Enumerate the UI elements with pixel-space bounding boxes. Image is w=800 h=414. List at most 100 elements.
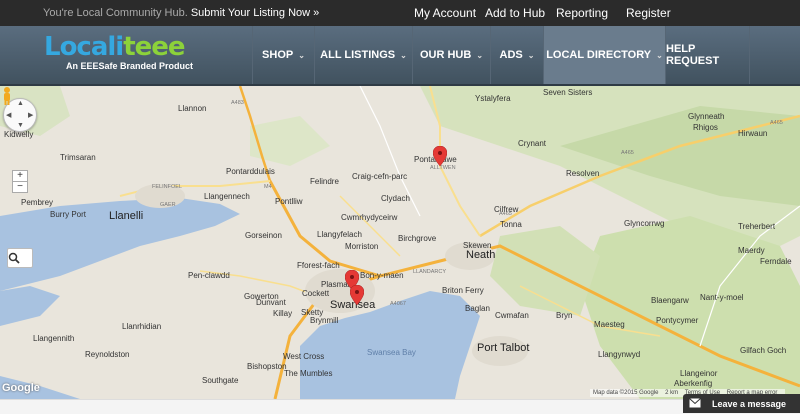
reporting-link[interactable]: Reporting bbox=[556, 6, 608, 20]
place-label: Bishopston bbox=[247, 362, 287, 371]
place-label: Maerdy bbox=[738, 246, 765, 255]
logo[interactable]: Localiteee An EEESafe Branded Product bbox=[44, 33, 193, 71]
zoom-out-button[interactable]: − bbox=[12, 181, 28, 193]
place-label: Pontlliw bbox=[275, 197, 303, 206]
place-label: Llanelli bbox=[109, 210, 144, 222]
nav-our-hub[interactable]: OUR HUB ⌄ bbox=[412, 26, 490, 84]
place-label: Llanrhidian bbox=[122, 322, 162, 331]
place-label: Birchgrove bbox=[398, 234, 437, 243]
place-label: Llannon bbox=[178, 104, 207, 113]
place-label: Bon-y-maen bbox=[360, 271, 404, 280]
logo-subtitle: An EEESafe Branded Product bbox=[66, 61, 194, 71]
place-label: Gorseinon bbox=[245, 231, 282, 240]
place-label: Resolven bbox=[566, 169, 600, 178]
place-label: Glynneath bbox=[688, 112, 725, 121]
place-label: Pontycymer bbox=[656, 316, 699, 325]
place-label: Southgate bbox=[202, 376, 239, 385]
place-label: Craig-cefn-parc bbox=[352, 172, 408, 181]
nav-help-request[interactable]: HELP REQUEST bbox=[665, 26, 750, 84]
place-label: Trimsaran bbox=[60, 153, 96, 162]
road-label: A465 bbox=[621, 150, 634, 156]
add-to-hub-link[interactable]: Add to Hub bbox=[485, 6, 545, 20]
chevron-down-icon: ⌄ bbox=[298, 50, 305, 60]
submit-listing-link[interactable]: Submit Your Listing Now » bbox=[191, 7, 319, 19]
map-scale: 2 km bbox=[665, 390, 679, 396]
place-label: Port Talbot bbox=[477, 342, 530, 354]
place-label: Llangennith bbox=[33, 334, 75, 343]
google-logo[interactable]: Google bbox=[2, 382, 40, 394]
nav-local-directory[interactable]: LOCAL DIRECTORY ⌄ bbox=[543, 26, 665, 84]
place-label: Pontarddulais bbox=[226, 167, 275, 176]
place-label: Clydach bbox=[381, 194, 410, 203]
leave-message-label: Leave a message bbox=[712, 399, 787, 409]
place-label: Killay bbox=[273, 309, 293, 318]
magnifier-icon[interactable] bbox=[7, 248, 33, 268]
nav-all-listings[interactable]: ALL LISTINGS ⌄ bbox=[314, 26, 412, 84]
map-marker-icon[interactable] bbox=[350, 285, 364, 305]
page-bottom-strip bbox=[0, 399, 800, 414]
chevron-down-icon: ⌄ bbox=[527, 50, 535, 60]
pegman-icon[interactable] bbox=[0, 86, 14, 106]
place-label: Pembrey bbox=[21, 198, 54, 207]
place-label: Rhigos bbox=[693, 123, 718, 132]
place-label: Ystalyfera bbox=[475, 94, 511, 103]
map-data-text: Map data ©2015 Google bbox=[593, 390, 659, 396]
chevron-down-icon: ⌄ bbox=[476, 50, 484, 60]
top-bar: You're Local Community Hub. Submit Your … bbox=[0, 0, 800, 26]
place-label: Baglan bbox=[465, 304, 490, 313]
tagline: You're Local Community Hub. Submit Your … bbox=[43, 7, 320, 19]
chevron-down-icon: ⌄ bbox=[656, 50, 663, 60]
nav-label: ADS bbox=[499, 49, 523, 61]
place-label: Briton Ferry bbox=[442, 286, 484, 295]
place-label: Llangennech bbox=[204, 192, 250, 201]
place-label: Bryn bbox=[556, 311, 573, 320]
road-label: M4 bbox=[264, 184, 272, 190]
place-label: Burry Port bbox=[50, 210, 87, 219]
place-label: Aberkenfig bbox=[674, 379, 713, 388]
place-label: Pen-clawdd bbox=[188, 271, 230, 280]
logo-word-1: Locali bbox=[44, 32, 124, 62]
nav-ads[interactable]: ADS ⌄ bbox=[490, 26, 543, 84]
place-label: Crynant bbox=[518, 139, 547, 148]
place-label: Tonna bbox=[500, 220, 522, 229]
place-label: Seven Sisters bbox=[543, 88, 593, 97]
place-label: Blaengarw bbox=[651, 296, 689, 305]
place-label: Llangeinor bbox=[680, 369, 718, 378]
road-label: A465 bbox=[770, 120, 783, 126]
nav-label: ALL LISTINGS bbox=[320, 49, 396, 61]
nav-label: OUR HUB bbox=[419, 49, 472, 61]
place-label: GAER bbox=[160, 202, 176, 208]
place-label: Morriston bbox=[345, 242, 379, 251]
place-label: FELINFOEL bbox=[152, 184, 182, 190]
place-label: Reynoldston bbox=[85, 350, 130, 359]
place-label: LLANDARCY bbox=[413, 269, 447, 275]
my-account-link[interactable]: My Account bbox=[414, 6, 476, 20]
nav-shop[interactable]: SHOP ⌄ bbox=[252, 26, 314, 84]
place-label: Brynmill bbox=[310, 316, 339, 325]
nav-label: LOCAL DIRECTORY bbox=[546, 49, 652, 61]
place-label: Gilfach Goch bbox=[740, 346, 787, 355]
chevron-down-icon: ⌄ bbox=[400, 50, 407, 60]
place-label: Maesteg bbox=[594, 320, 625, 329]
register-link[interactable]: Register bbox=[626, 6, 671, 20]
nav-label: SHOP bbox=[262, 49, 294, 61]
place-label: Swansea Bay bbox=[367, 348, 416, 357]
place-label: West Cross bbox=[283, 352, 325, 361]
place-label: Hirwaun bbox=[738, 129, 768, 138]
place-label: Cwmafan bbox=[495, 311, 529, 320]
place-label: Dunvant bbox=[256, 298, 286, 307]
leave-message-button[interactable]: Leave a message bbox=[683, 394, 800, 413]
place-label: Ferndale bbox=[760, 257, 792, 266]
map-marker-icon[interactable] bbox=[433, 146, 447, 166]
map-view[interactable]: Ystalyfera Seven Sisters Glynneath Rhigo… bbox=[0, 86, 800, 399]
place-label: Felindre bbox=[310, 177, 339, 186]
logo-word-2: teee bbox=[123, 32, 185, 62]
place-label: Neath bbox=[466, 249, 496, 261]
place-label: Treherbert bbox=[738, 222, 776, 231]
road-label: A4067 bbox=[390, 301, 406, 307]
road-label: A483 bbox=[231, 100, 244, 106]
place-label: Nant-y-moel bbox=[700, 293, 744, 302]
place-label: The Mumbles bbox=[284, 369, 333, 378]
place-label: Fforest-fach bbox=[297, 261, 340, 270]
place-label: Cwmrhydyceirw bbox=[341, 213, 398, 222]
